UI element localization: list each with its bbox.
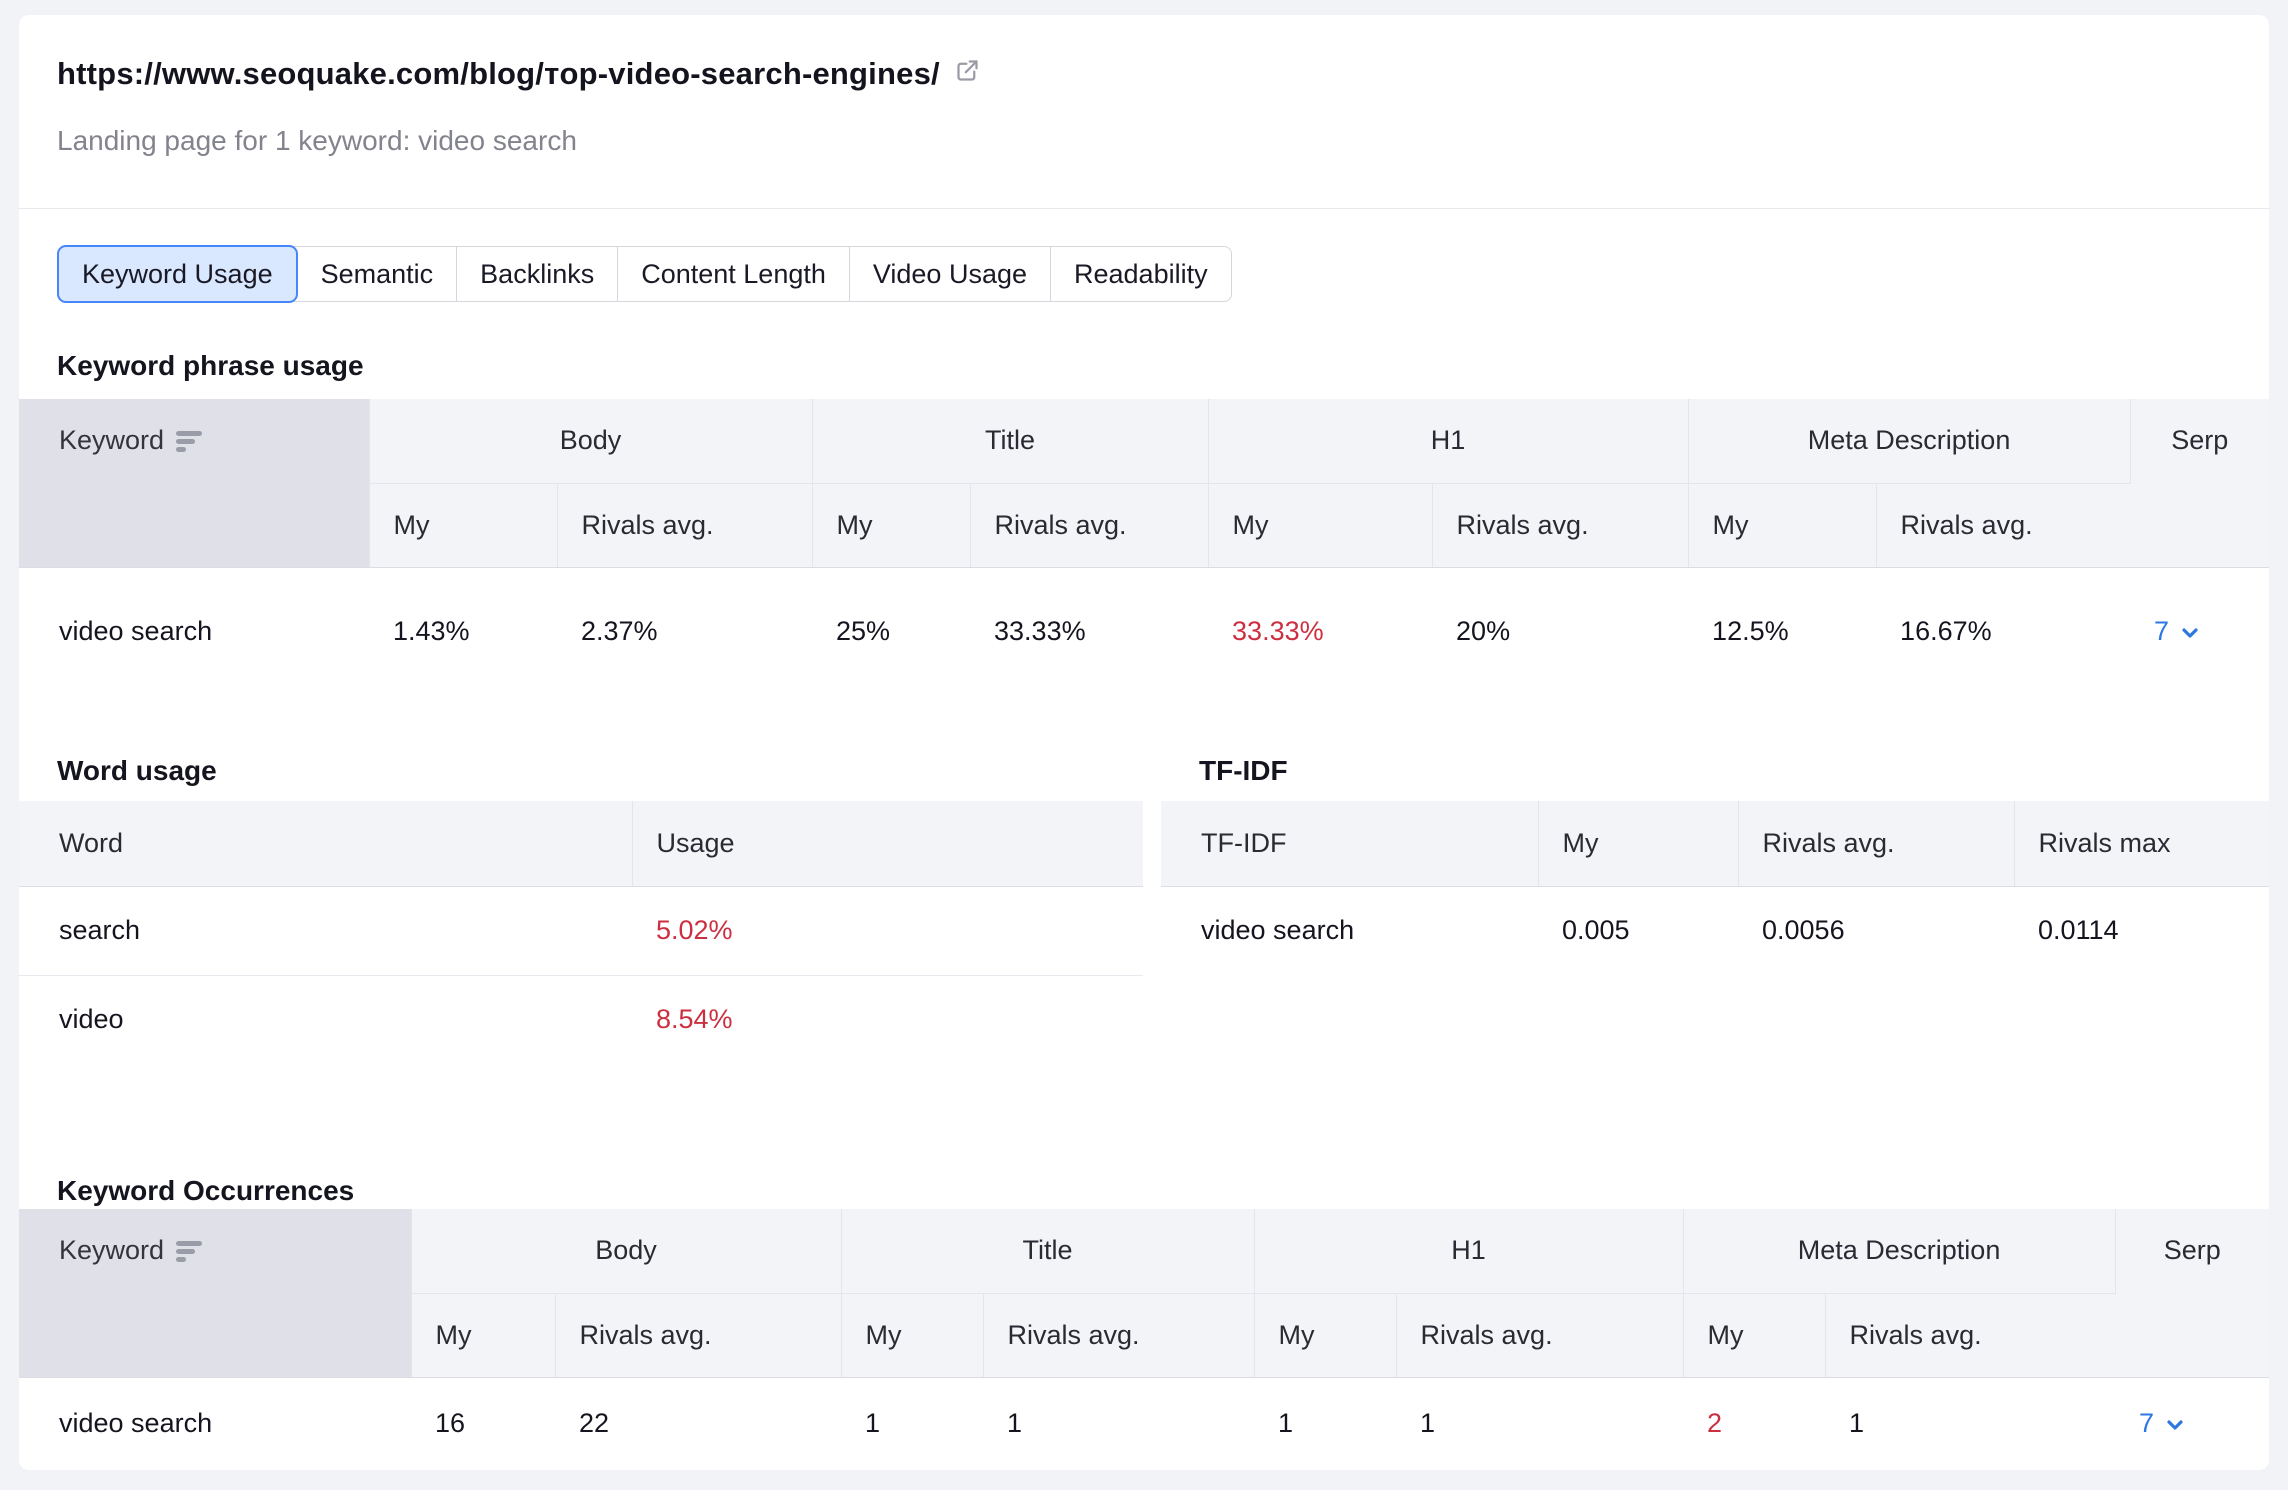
subheader-h1-my: My: [1254, 1293, 1396, 1377]
keyword-occurrences-table: Keyword Body Title H1 Meta Description S…: [19, 1209, 2269, 1469]
cell-my: 0.005: [1538, 886, 1738, 975]
tab-backlinks[interactable]: Backlinks: [457, 247, 618, 301]
section-title-tfidf: TF-IDF: [1199, 753, 2269, 789]
keyword-phrase-usage-table: Keyword Body Title H1 Meta Description S…: [19, 399, 2269, 695]
subheader-body-rivals-avg: Rivals avg.: [557, 483, 812, 567]
table-row: video 8.54%: [19, 975, 1143, 1064]
word-usage-tfidf-section: Word usage Word Usage search 5.02% video: [19, 753, 2269, 1064]
column-header-body: Body: [411, 1209, 841, 1293]
column-header-body: Body: [369, 399, 812, 483]
tab-bar: Keyword Usage Semantic Backlinks Content…: [57, 246, 1232, 302]
column-header-my: My: [1538, 801, 1738, 886]
column-header-meta-description: Meta Description: [1683, 1209, 2115, 1293]
section-title-word-usage: Word usage: [57, 753, 1143, 789]
column-header-serp: Serp: [2130, 399, 2269, 567]
subheader-h1-my: My: [1208, 483, 1432, 567]
cell-title-my: 1: [841, 1377, 983, 1469]
cell-body-my: 16: [411, 1377, 555, 1469]
column-header-tfidf: TF-IDF: [1161, 801, 1538, 886]
tfidf-column: TF-IDF TF-IDF My Rivals avg. Rivals max …: [1161, 753, 2269, 1064]
table-row: search 5.02%: [19, 886, 1143, 975]
column-header-rivals-avg: Rivals avg.: [1738, 801, 2014, 886]
tfidf-table: TF-IDF My Rivals avg. Rivals max video s…: [1161, 801, 2269, 975]
column-header-keyword[interactable]: Keyword: [19, 1209, 411, 1377]
cell-usage: 8.54%: [632, 975, 1143, 1064]
cell-serp: 7: [2130, 567, 2269, 695]
subheader-title-rivals-avg: Rivals avg.: [983, 1293, 1254, 1377]
subheader-title-my: My: [841, 1293, 983, 1377]
page-subtitle: Landing page for 1 keyword: video search: [57, 123, 2231, 158]
page-title-url: https://www.seoquake.com/blog/тop-video-…: [57, 55, 940, 93]
subheader-meta-my: My: [1688, 483, 1876, 567]
column-header-serp: Serp: [2115, 1209, 2269, 1377]
subheader-title-rivals-avg: Rivals avg.: [970, 483, 1208, 567]
column-header-keyword[interactable]: Keyword: [19, 399, 369, 567]
cell-serp: 7: [2115, 1377, 2269, 1469]
chevron-down-icon[interactable]: [2178, 621, 2202, 645]
column-header-title: Title: [841, 1209, 1254, 1293]
table-row: video search 1.43% 2.37% 25% 33.33% 33.3…: [19, 567, 2269, 695]
word-usage-table: Word Usage search 5.02% video 8.54%: [19, 801, 1143, 1064]
subheader-h1-rivals-avg: Rivals avg.: [1432, 483, 1688, 567]
cell-rivals-max: 0.0114: [2014, 886, 2269, 975]
cell-word: video: [19, 975, 632, 1064]
cell-title-my: 25%: [812, 567, 970, 695]
landing-page-card: https://www.seoquake.com/blog/тop-video-…: [19, 15, 2269, 1470]
subheader-body-rivals-avg: Rivals avg.: [555, 1293, 841, 1377]
word-usage-column: Word usage Word Usage search 5.02% video: [19, 753, 1143, 1064]
column-header-word: Word: [19, 801, 632, 886]
column-header-h1: H1: [1208, 399, 1688, 483]
page-header: https://www.seoquake.com/blog/тop-video-…: [57, 55, 2231, 93]
tab-content-length[interactable]: Content Length: [618, 247, 850, 301]
cell-meta-my: 12.5%: [1688, 567, 1876, 695]
cell-meta-rivals-avg: 1: [1825, 1377, 2115, 1469]
column-header-rivals-max: Rivals max: [2014, 801, 2269, 886]
table-row: video search 0.005 0.0056 0.0114: [1161, 886, 2269, 975]
external-link-icon[interactable]: [954, 57, 981, 89]
cell-h1-my: 33.33%: [1208, 567, 1432, 695]
tab-semantic[interactable]: Semantic: [298, 247, 458, 301]
cell-body-my: 1.43%: [369, 567, 557, 695]
header-divider: [19, 208, 2269, 209]
section-title-keyword-phrase-usage: Keyword phrase usage: [57, 348, 2269, 384]
subheader-meta-rivals-avg: Rivals avg.: [1876, 483, 2130, 567]
cell-h1-rivals-avg: 20%: [1432, 567, 1688, 695]
tab-keyword-usage[interactable]: Keyword Usage: [57, 245, 298, 303]
cell-usage: 5.02%: [632, 886, 1143, 975]
cell-body-rivals-avg: 2.37%: [557, 567, 812, 695]
sort-icon[interactable]: [176, 429, 202, 453]
table-row: video search 16 22 1 1 1 1 2 1 7: [19, 1377, 2269, 1469]
cell-keyword: video search: [19, 567, 369, 695]
tab-readability[interactable]: Readability: [1051, 247, 1231, 301]
subheader-body-my: My: [411, 1293, 555, 1377]
cell-body-rivals-avg: 22: [555, 1377, 841, 1469]
column-header-usage: Usage: [632, 801, 1143, 886]
cell-keyword: video search: [19, 1377, 411, 1469]
cell-rivals-avg: 0.0056: [1738, 886, 2014, 975]
cell-meta-my: 2: [1683, 1377, 1825, 1469]
serp-expand-link[interactable]: 7: [2154, 616, 2202, 647]
sort-icon[interactable]: [176, 1239, 202, 1263]
chevron-down-icon[interactable]: [2163, 1413, 2187, 1437]
column-header-title: Title: [812, 399, 1208, 483]
column-header-meta-description: Meta Description: [1688, 399, 2130, 483]
column-header-h1: H1: [1254, 1209, 1683, 1293]
cell-title-rivals-avg: 1: [983, 1377, 1254, 1469]
cell-h1-rivals-avg: 1: [1396, 1377, 1683, 1469]
subheader-h1-rivals-avg: Rivals avg.: [1396, 1293, 1683, 1377]
cell-h1-my: 1: [1254, 1377, 1396, 1469]
subheader-meta-my: My: [1683, 1293, 1825, 1377]
subheader-title-my: My: [812, 483, 970, 567]
cell-meta-rivals-avg: 16.67%: [1876, 567, 2130, 695]
cell-word: search: [19, 886, 632, 975]
cell-title-rivals-avg: 33.33%: [970, 567, 1208, 695]
serp-expand-link[interactable]: 7: [2139, 1408, 2187, 1439]
subheader-meta-rivals-avg: Rivals avg.: [1825, 1293, 2115, 1377]
tab-video-usage[interactable]: Video Usage: [850, 247, 1051, 301]
cell-keyword: video search: [1161, 886, 1538, 975]
section-title-keyword-occurrences: Keyword Occurrences: [57, 1173, 2269, 1209]
subheader-body-my: My: [369, 483, 557, 567]
